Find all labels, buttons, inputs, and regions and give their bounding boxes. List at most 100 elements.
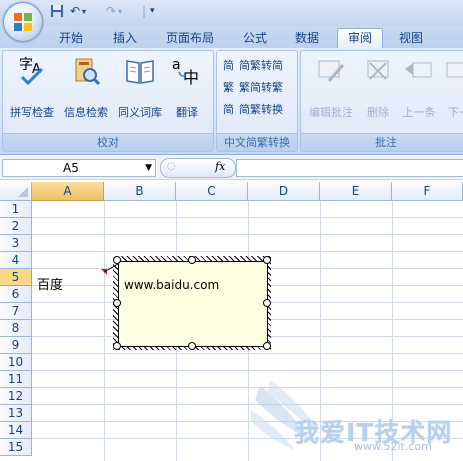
cell-a5[interactable]: 百度 [37,274,63,293]
resize-handle[interactable] [113,342,121,350]
row-header-3[interactable]: 3 [0,235,32,252]
undo-dropdown-icon[interactable]: ▾ [82,7,86,23]
tab-review[interactable]: 审阅 [337,28,383,49]
comment-box[interactable] [118,261,268,347]
select-all-icon [18,187,28,197]
tab-page-layout[interactable]: 页面布局 [158,29,222,48]
select-all-corner[interactable] [0,182,32,201]
formula-tools: ◌ fx [160,158,236,178]
gridline [32,353,463,354]
redo-dropdown-icon[interactable]: ▾ [118,7,122,23]
ribbon-tabs: 开始 插入 页面布局 公式 数据 审阅 视图 [0,26,463,49]
column-header-e[interactable]: E [320,182,392,201]
undo-button[interactable]: ↶ [70,4,80,20]
edit-comment-button[interactable]: 编辑批注 [303,55,359,119]
previous-comment-label: 上一条 [402,106,436,119]
column-header-d[interactable]: D [248,182,320,201]
next-comment-button[interactable]: 下一 [441,55,463,119]
resize-handle[interactable] [263,256,271,264]
tab-home[interactable]: 开始 [50,29,92,48]
resize-handle[interactable] [188,256,196,264]
svg-text:a: a [172,57,181,73]
row-header-5[interactable]: 5 [0,269,32,286]
comment-text[interactable]: www.baidu.com [124,278,219,292]
resize-handle[interactable] [113,299,121,307]
row-header-15[interactable]: 15 [0,439,32,456]
formula-input[interactable] [236,159,463,177]
conversion-button[interactable]: 简简繁转换 [223,101,283,119]
comments-group-label: 批注 [301,133,463,151]
research-icon [75,58,101,86]
row-header-13[interactable]: 13 [0,405,32,422]
ribbon: 字 A 拼写检查 信息检索 同义词库 a 中 翻译 校对 简 简繁转简 繁 繁简… [0,48,463,155]
row-header-2[interactable]: 2 [0,218,32,235]
thesaurus-icon [126,60,154,84]
delete-comment-button[interactable]: 删除 [359,55,397,119]
column-header-c[interactable]: C [176,182,248,201]
thesaurus-label: 同义词库 [118,106,162,119]
office-button[interactable] [3,2,43,42]
row-header-7[interactable]: 7 [0,303,32,320]
gridline [32,217,463,218]
edit-comment-label: 编辑批注 [309,106,353,119]
gridline [104,201,105,461]
row-header-8[interactable]: 8 [0,320,32,337]
redo-button[interactable]: ↷ [106,4,116,20]
research-button[interactable]: 信息检索 [60,55,112,119]
gridline [32,370,463,371]
tab-view[interactable]: 视图 [390,29,432,48]
conversion-label: 简繁转换 [239,103,283,116]
research-label: 信息检索 [64,106,108,119]
edit-comment-icon [318,60,345,82]
to-simplified-label: 简繁转简 [239,59,283,72]
resize-handle[interactable] [263,299,271,307]
title-bar: ↶ ▾ ↷ ▾ | ▾ [0,0,463,26]
translate-button[interactable]: a 中 翻译 [165,55,209,119]
row-header-6[interactable]: 6 [0,286,32,303]
translate-label: 翻译 [176,106,198,119]
customize-qat-icon[interactable]: ▾ [150,6,155,22]
tab-insert[interactable]: 插入 [104,29,146,48]
thesaurus-button[interactable]: 同义词库 [114,55,166,119]
to-simplified-button[interactable]: 简简繁转简 [223,57,283,75]
row-header-9[interactable]: 9 [0,337,32,354]
to-traditional-button[interactable]: 繁繁简转繁 [223,79,283,97]
row-header-12[interactable]: 12 [0,388,32,405]
qat-separator: | [142,4,147,18]
spell-check-button[interactable]: 字 A 拼写检查 [6,55,58,119]
row-header-11[interactable]: 11 [0,371,32,388]
formula-splitter-icon[interactable]: ◌ [167,161,176,172]
next-comment-icon [446,62,463,78]
gridline [32,251,463,252]
svg-text:字: 字 [19,57,33,73]
column-header-b[interactable]: B [104,182,176,201]
column-header-a[interactable]: A [32,182,104,201]
traditional-icon: 繁 [223,81,234,94]
spell-check-icon: 字 A [19,57,44,86]
spell-check-label: 拼写检查 [10,106,54,119]
tab-data[interactable]: 数据 [286,29,328,48]
svg-text:中: 中 [183,68,199,87]
row-header-4[interactable]: 4 [0,252,32,269]
conversion-icon: 简 [223,103,234,116]
row-header-1[interactable]: 1 [0,201,32,218]
office-logo-icon [14,13,32,31]
next-comment-label: 下一 [448,106,463,119]
insert-function-button[interactable]: fx [215,160,225,173]
resize-handle[interactable] [188,342,196,350]
delete-comment-icon [367,60,389,80]
name-box-dropdown-icon[interactable]: ▼ [145,160,152,176]
row-header-10[interactable]: 10 [0,354,32,371]
name-box[interactable]: A5 ▼ [2,159,156,177]
previous-comment-icon [405,62,432,78]
row-header-14[interactable]: 14 [0,422,32,439]
resize-handle[interactable] [113,256,121,264]
tab-formulas[interactable]: 公式 [234,29,276,48]
formula-bar: A5 ▼ ◌ fx [0,155,463,180]
save-icon[interactable] [50,4,64,20]
chinese-conversion-group-label: 中文简繁转换 [217,133,297,151]
resize-handle[interactable] [263,342,271,350]
delete-comment-label: 删除 [367,106,389,119]
previous-comment-button[interactable]: 上一条 [399,55,439,119]
column-header-f[interactable]: F [392,182,463,201]
